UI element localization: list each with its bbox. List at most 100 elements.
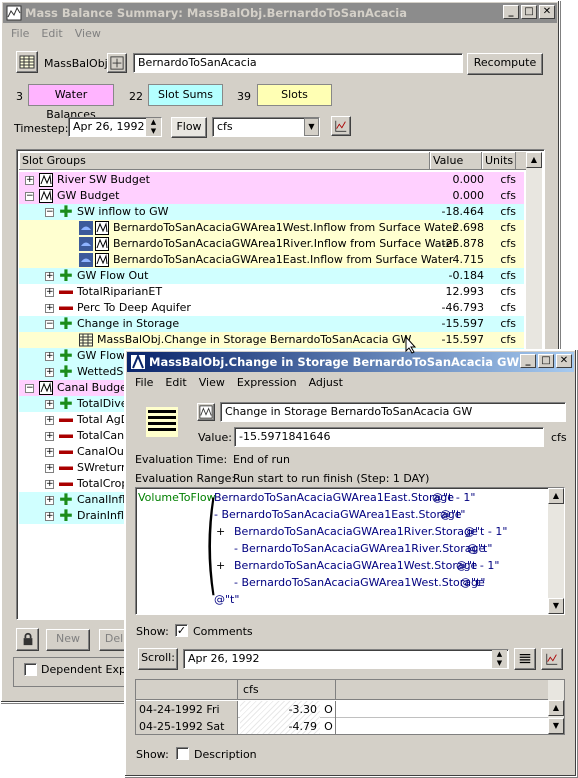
expression-editor[interactable]: VolumeToFlow ( BernardoToSanAcaciaGWArea… (135, 487, 565, 615)
expand-icon[interactable]: + (45, 480, 54, 489)
menu-edit[interactable]: Edit (41, 25, 62, 43)
scroll-date-field[interactable]: Apr 26, 1992 (183, 649, 509, 669)
scroll-up-arrow[interactable]: ▲ (526, 152, 542, 168)
collapse-icon[interactable]: − (25, 384, 34, 393)
expand-icon[interactable]: + (45, 432, 54, 441)
slot-menu-view[interactable]: View (199, 374, 225, 392)
expr-at-t-2[interactable]: @"t" (467, 542, 492, 555)
row-value[interactable]: -3.30 (240, 701, 320, 718)
expand-icon[interactable]: + (45, 496, 54, 505)
expand-icon[interactable]: + (45, 368, 54, 377)
collapse-icon[interactable]: − (25, 192, 34, 201)
slot-maximize-button[interactable]: □ (538, 354, 554, 368)
expand-icon[interactable]: + (45, 464, 54, 473)
menu-file[interactable]: File (11, 25, 29, 43)
expr-at-prev-2[interactable]: @"t - 1" (464, 525, 507, 538)
tree-row[interactable]: MassBalObj.Change in Storage BernardoToS… (19, 332, 524, 348)
close-button[interactable]: ✕ (539, 5, 555, 19)
expand-icon[interactable]: + (45, 272, 54, 281)
minimize-button[interactable]: _ (503, 5, 519, 19)
tree-row[interactable]: − ✚ Change in Storage -15.597 cfs (19, 316, 524, 332)
slot-close-button[interactable]: ✕ (556, 354, 572, 368)
expand-icon[interactable]: + (45, 400, 54, 409)
tree-row[interactable]: − ✚ SW inflow to GW -18.464 cfs (19, 204, 524, 220)
expand-icon[interactable]: + (45, 288, 54, 297)
expand-icon[interactable]: + (25, 176, 34, 185)
tree-row[interactable]: BernardoToSanAcaciaGWArea1West.Inflow fr… (19, 220, 524, 236)
list-view-button[interactable] (514, 648, 536, 670)
plot-button[interactable] (331, 116, 351, 136)
table-header-cfs[interactable]: cfs (240, 680, 336, 700)
slot-title-bar[interactable]: MassBalObj.Change in Storage BernardoToS… (127, 352, 574, 372)
expr-at-prev-1[interactable]: @"t - 1" (432, 491, 475, 504)
collapse-icon[interactable]: − (45, 320, 54, 329)
slot-menu-edit[interactable]: Edit (165, 374, 186, 392)
table-scrollbar[interactable]: ▲ ▼ (548, 680, 564, 734)
expr-line-3[interactable]: BernardoToSanAcaciaGWArea1River.Storage (234, 525, 478, 538)
column-slot-groups[interactable]: Slot Groups (19, 152, 430, 169)
column-value[interactable]: Value (430, 152, 482, 169)
expand-icon[interactable]: + (45, 352, 54, 361)
expr-line-6[interactable]: - BernardoToSanAcaciaGWArea1West.Storage (234, 576, 485, 589)
expr-line-2[interactable]: - BernardoToSanAcaciaGWArea1East.Storage (214, 508, 461, 521)
table-row[interactable]: 04-25-1992 Sat -4.79 O (136, 718, 548, 734)
tree-row[interactable]: + ✚ GW Flow Out -0.184 cfs (19, 268, 524, 284)
expr-line-4[interactable]: - BernardoToSanAcaciaGWArea1River.Storag… (234, 542, 485, 555)
recompute-button[interactable]: Recompute (467, 53, 543, 75)
flow-button[interactable]: Flow (171, 117, 207, 138)
tree-row[interactable]: BernardoToSanAcaciaGWArea1River.Inflow f… (19, 236, 524, 252)
slot-plot-icon-button[interactable] (197, 403, 215, 421)
tree-row[interactable]: − GW Budget 0.000 cfs (19, 188, 524, 204)
comments-checkbox[interactable]: ✓ (175, 624, 188, 637)
lock-button[interactable] (16, 628, 39, 651)
table-row[interactable]: 04-24-1992 Fri -3.30 O (136, 701, 548, 718)
slot-name-field[interactable]: Change in Storage BernardoToSanAcacia GW (220, 402, 566, 422)
water-balances-button[interactable]: Water Balances (28, 84, 114, 121)
slot-menu-expression[interactable]: Expression (237, 374, 297, 392)
object-select-button[interactable] (107, 53, 127, 73)
slot-menu-adjust[interactable]: Adjust (309, 374, 343, 392)
tree-row[interactable]: + TotalRiparianET 12.993 cfs (19, 284, 524, 300)
main-title-bar[interactable]: Mass Balance Summary: MassBalObj.Bernard… (3, 3, 557, 23)
units-dropdown-arrow[interactable]: ▼ (304, 118, 319, 136)
timestep-spinner[interactable]: ▲ ▼ (146, 118, 161, 136)
expand-icon[interactable]: + (45, 304, 54, 313)
description-checkbox[interactable] (176, 747, 189, 760)
table-scroll-up[interactable]: ▲ (548, 700, 564, 716)
expr-line-1[interactable]: BernardoToSanAcaciaGWArea1East.Storage (214, 491, 454, 504)
tree-row[interactable]: BernardoToSanAcaciaGWArea1East.Inflow fr… (19, 252, 524, 268)
dependent-expr-checkbox[interactable] (24, 663, 37, 676)
expr-scroll-up[interactable]: ▲ (548, 488, 564, 504)
expr-line-5[interactable]: BernardoToSanAcaciaGWArea1West.Storage (234, 559, 477, 572)
menu-view[interactable]: View (75, 25, 101, 43)
maximize-button[interactable]: □ (521, 5, 537, 19)
table-scroll-down[interactable]: ▼ (548, 718, 564, 734)
value-field[interactable]: -15.5971841646 (234, 427, 544, 447)
new-button[interactable]: New (46, 629, 90, 651)
slot-plot-button[interactable] (541, 648, 563, 670)
expr-at-t-1[interactable]: @"t" (440, 508, 465, 521)
expr-scroll-down[interactable]: ▼ (548, 598, 564, 614)
collapse-icon[interactable]: − (45, 208, 54, 217)
slot-minimize-button[interactable]: _ (520, 354, 536, 368)
tree-row[interactable]: + Perc To Deep Aquifer -46.793 cfs (19, 300, 524, 316)
expr-at-t-3[interactable]: @"t" (460, 576, 485, 589)
tree-row[interactable]: + River SW Budget 0.000 cfs (19, 172, 524, 188)
slots-button[interactable]: Slots (257, 84, 332, 106)
expand-icon[interactable]: + (45, 512, 54, 521)
scroll-button[interactable]: Scroll: (138, 648, 178, 670)
expr-at-t-final[interactable]: @"t" (214, 593, 239, 606)
function-name[interactable]: VolumeToFlow (138, 491, 216, 504)
expand-icon[interactable]: + (45, 416, 54, 425)
scroll-date-spinner[interactable]: ▲ ▼ (492, 650, 507, 668)
slot-sums-button[interactable]: Slot Sums (148, 84, 223, 106)
timeseries-table[interactable]: cfs 04-24-1992 Fri -3.30 O 04-25-1992 Sat -4… (135, 679, 565, 735)
row-value[interactable]: -4.79 (240, 718, 320, 734)
object-name-field[interactable]: BernardoToSanAcacia (133, 53, 463, 73)
expand-icon[interactable]: + (45, 448, 54, 457)
expr-scrollbar[interactable]: ▲ ▼ (548, 488, 564, 614)
slot-menu-file[interactable]: File (135, 374, 153, 392)
expr-at-prev-3[interactable]: @"t - 1" (456, 559, 499, 572)
object-type-button[interactable] (16, 51, 38, 73)
column-units[interactable]: Units (482, 152, 516, 169)
